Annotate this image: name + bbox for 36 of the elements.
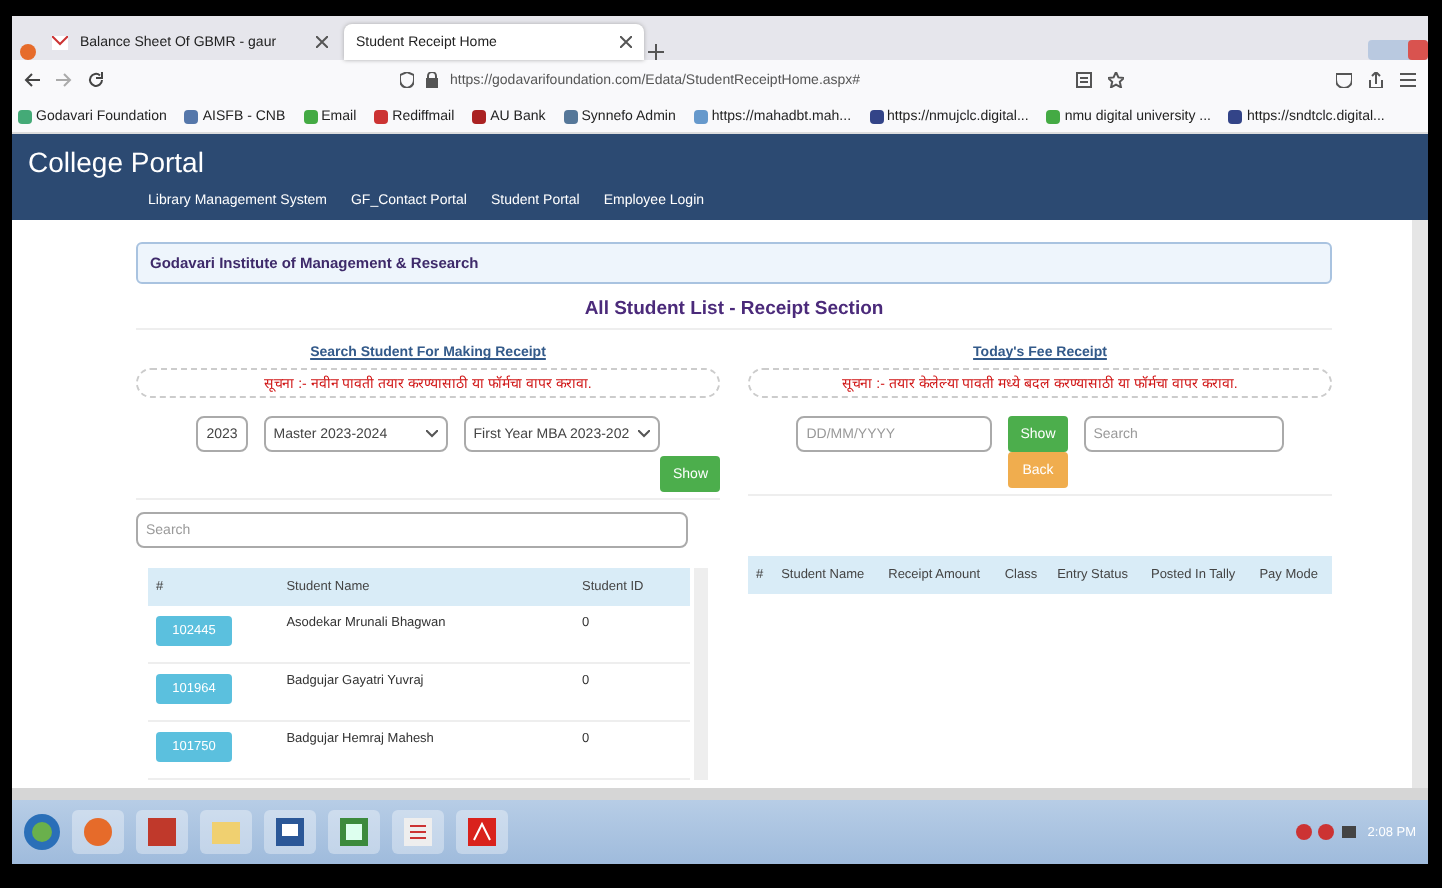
bookmark-favicon-icon (18, 109, 32, 123)
reload-icon[interactable] (88, 72, 104, 88)
bookmark-favicon-icon (472, 109, 487, 123)
menu-icon[interactable] (1400, 72, 1416, 88)
page-scrollbar[interactable] (1412, 220, 1428, 789)
presentation-icon[interactable] (148, 818, 176, 847)
site-title[interactable]: College Portal (28, 146, 1428, 178)
new-tab-icon[interactable] (648, 44, 664, 60)
section-heading: All Student List - Receipt Section (136, 298, 1332, 331)
bookmark-favicon-icon (303, 109, 318, 123)
pdf-icon[interactable] (468, 818, 496, 847)
start-orb-icon[interactable] (24, 814, 60, 851)
reader-icon[interactable] (1076, 72, 1092, 88)
bookmark-favicon-icon (869, 109, 884, 123)
close-icon[interactable] (316, 36, 328, 48)
mail-icon (52, 35, 68, 49)
bookmark-favicon-icon (374, 109, 389, 123)
bookmark-star-icon[interactable] (1108, 72, 1124, 88)
tray-icon[interactable] (1295, 824, 1356, 841)
back-icon[interactable] (24, 72, 40, 88)
chevron-down-icon (425, 430, 438, 439)
spreadsheet-icon[interactable] (340, 818, 368, 847)
close-icon[interactable] (620, 36, 632, 48)
bookmark-favicon-icon (184, 109, 199, 123)
lock-icon (426, 72, 438, 88)
form-icon[interactable] (404, 818, 432, 847)
bookmark-favicon-icon (1228, 109, 1243, 123)
bookmark-favicon-icon (1046, 109, 1061, 123)
document-icon[interactable] (276, 818, 304, 847)
browser-logo-icon (20, 44, 36, 60)
bookmark-favicon-icon (693, 109, 708, 123)
shield-icon (400, 72, 414, 88)
pocket-icon[interactable] (1336, 72, 1352, 88)
chevron-down-icon (637, 430, 650, 439)
bookmark-favicon-icon (563, 109, 578, 123)
share-icon[interactable] (1368, 72, 1384, 88)
